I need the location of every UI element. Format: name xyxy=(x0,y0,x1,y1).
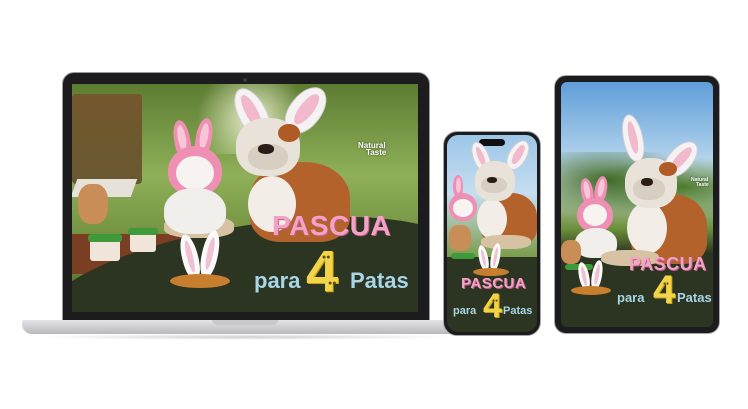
promo-patas: Patas xyxy=(350,268,409,293)
paw-print-icon: ●● xyxy=(492,298,499,304)
paw-print-icon: ●● xyxy=(328,280,337,287)
promo-patas: Patas xyxy=(677,290,712,305)
promo-patas: Patas xyxy=(503,305,533,317)
phone-screen: PASCUA para 4 ●● Patas xyxy=(447,135,537,332)
promo-para: para xyxy=(453,305,477,317)
promo-number: 4 xyxy=(653,268,676,312)
laptop-mockup: Natural Taste PASCUA para 4 ●● ●● Patas xyxy=(22,72,468,348)
dog-nose xyxy=(487,177,497,183)
dog-ear-patch xyxy=(659,162,677,176)
dog-nose xyxy=(258,144,274,154)
dog-chest xyxy=(477,199,507,239)
laptop-camera xyxy=(243,78,247,82)
rabbit-hole xyxy=(170,274,230,288)
laptop-shadow xyxy=(32,334,458,340)
paw-print-icon: ●● xyxy=(322,254,331,261)
promo-para: para xyxy=(254,268,301,293)
promo-number: 4 xyxy=(483,287,502,325)
rabbit-hole xyxy=(571,286,611,295)
cat-body xyxy=(164,188,226,234)
bunny-cookie xyxy=(449,225,471,251)
cat-face xyxy=(453,199,473,217)
cat-face xyxy=(176,156,214,190)
laptop-screen: Natural Taste PASCUA para 4 ●● ●● Patas xyxy=(72,84,418,312)
treat-tray xyxy=(481,235,531,249)
dog-nose xyxy=(641,178,653,186)
cake-right-grass xyxy=(128,228,158,235)
tablet-mockup: Natural Taste PASCUA para 4 ●● Patas xyxy=(554,75,720,334)
phone-mockup: PASCUA para 4 ●● Patas xyxy=(443,131,541,336)
cake-small xyxy=(90,239,120,261)
promo-number: 4 xyxy=(306,239,339,304)
dog-ear-patch xyxy=(278,124,300,142)
dog-chest xyxy=(627,202,667,254)
brand-name-line2: Taste xyxy=(366,148,387,158)
bunny-cookie xyxy=(78,184,108,224)
brand-name-line2: Taste xyxy=(696,181,709,188)
cat-face xyxy=(583,204,607,226)
laptop-notch xyxy=(212,320,278,325)
brand-logo-icon: Natural Taste xyxy=(358,141,387,158)
cake-grass xyxy=(451,253,475,259)
cake-grass xyxy=(88,234,122,242)
cake-right xyxy=(130,232,156,252)
pergola xyxy=(72,94,142,184)
tablet-screen: Natural Taste PASCUA para 4 ●● Patas xyxy=(561,82,713,327)
brand-logo-icon: Natural Taste xyxy=(691,178,709,187)
bunny-cookie xyxy=(561,240,581,264)
promo-para: para xyxy=(617,290,645,305)
paw-print-icon: ●● xyxy=(663,281,670,287)
